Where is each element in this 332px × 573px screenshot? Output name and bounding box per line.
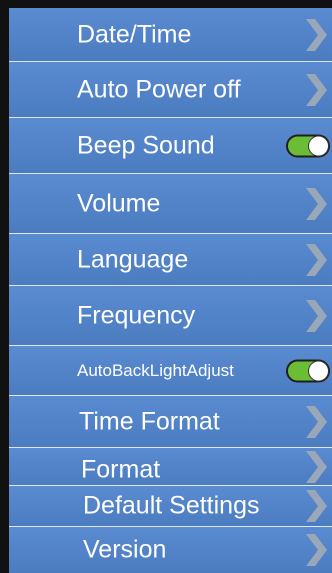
menu-item-label: Volume: [77, 189, 161, 217]
menu-item-volume[interactable]: Volume: [9, 174, 332, 234]
menu-item-frequency[interactable]: Frequency: [9, 286, 332, 346]
menu-item-label: Time Format: [79, 407, 220, 435]
chevron-right-icon[interactable]: [304, 18, 329, 51]
chevron-right-icon[interactable]: [304, 405, 329, 438]
menu-item-label: Date/Time: [77, 20, 192, 48]
toggle-knob: [308, 360, 329, 381]
menu-item-format[interactable]: Format: [9, 448, 332, 486]
device-frame: Date/Time Auto Power off Beep Sound Volu…: [0, 0, 332, 573]
menu-item-beep-sound[interactable]: Beep Sound: [9, 118, 332, 174]
menu-item-label: Version: [83, 535, 167, 564]
chevron-right-icon[interactable]: [304, 490, 329, 522]
chevron-right-icon[interactable]: [304, 243, 329, 276]
beep-sound-toggle[interactable]: [286, 134, 330, 157]
menu-item-label: Beep Sound: [77, 131, 215, 159]
menu-item-language[interactable]: Language: [9, 234, 332, 286]
auto-backlight-toggle[interactable]: [286, 359, 330, 382]
settings-menu: Date/Time Auto Power off Beep Sound Volu…: [9, 8, 332, 573]
menu-item-label: Frequency: [77, 301, 196, 329]
toggle-knob: [308, 135, 329, 156]
menu-item-time-format[interactable]: Time Format: [9, 396, 332, 448]
chevron-right-icon[interactable]: [304, 534, 329, 566]
menu-item-default-settings[interactable]: Default Settings: [9, 486, 332, 527]
chevron-right-icon[interactable]: [304, 73, 329, 106]
menu-item-version[interactable]: Version: [9, 527, 332, 573]
menu-item-auto-backlight-adjust[interactable]: AutoBackLightAdjust: [9, 346, 332, 396]
menu-item-label: Auto Power off: [77, 75, 241, 103]
menu-item-label: Language: [77, 245, 189, 273]
menu-item-auto-power-off[interactable]: Auto Power off: [9, 62, 332, 118]
menu-item-date-time[interactable]: Date/Time: [9, 8, 332, 62]
menu-item-label: AutoBackLightAdjust: [77, 360, 234, 380]
chevron-right-icon[interactable]: [304, 299, 329, 332]
chevron-right-icon[interactable]: [304, 450, 329, 483]
menu-item-label: Default Settings: [83, 491, 260, 520]
chevron-right-icon[interactable]: [304, 187, 329, 220]
menu-item-label: Format: [81, 455, 161, 484]
